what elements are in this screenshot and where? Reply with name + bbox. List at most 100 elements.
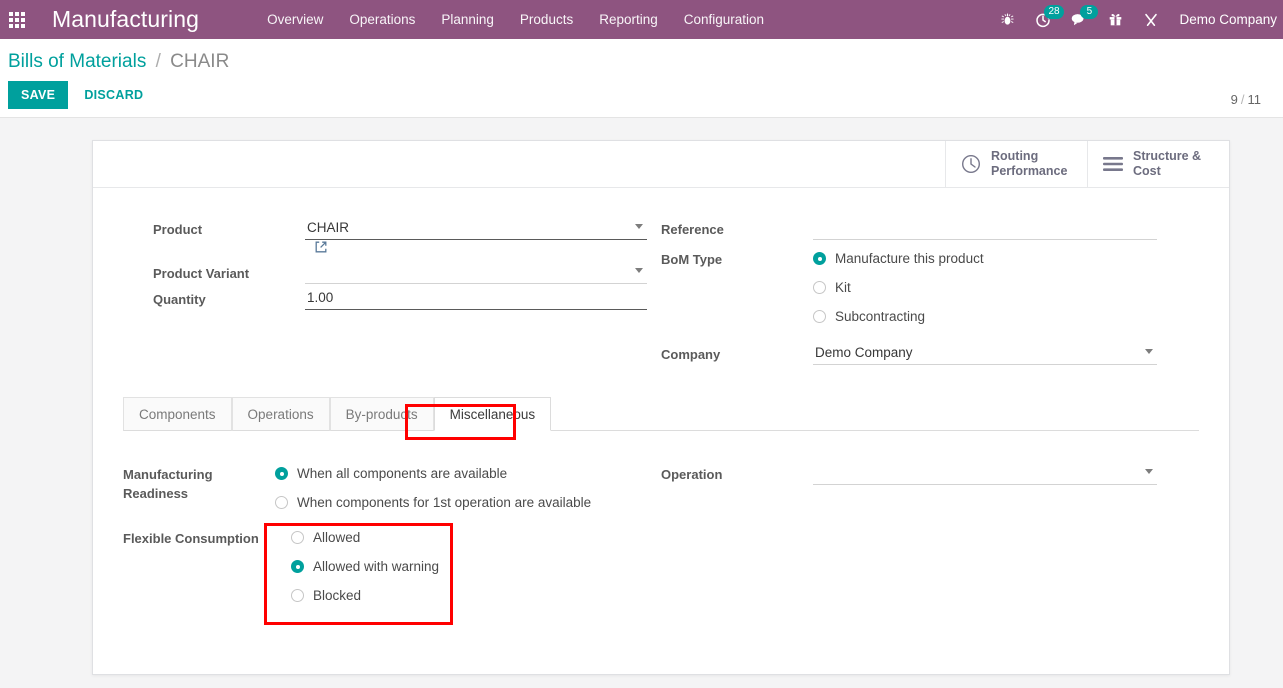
flexible-option-allowed-label: Allowed [313, 530, 361, 545]
field-group-product: Product [153, 214, 651, 258]
reference-label: Reference [661, 222, 724, 237]
discard-button[interactable]: DISCARD [78, 81, 149, 109]
menu-item-operations[interactable]: Operations [336, 1, 428, 38]
product-variant-label: Product Variant [153, 266, 250, 281]
flexible-option-allowed-with-warning[interactable]: Allowed with warning [291, 552, 651, 581]
notebook-tabs: Components Operations By-products Miscel… [123, 397, 1199, 431]
bom-type-option-manufacture[interactable]: Manufacture this product [813, 244, 1181, 273]
field-group-bom-type: BoM Type Manufacture this product Kit Su… [661, 244, 1181, 331]
radio-icon-selected [275, 467, 288, 480]
gift-icon[interactable] [1097, 0, 1133, 39]
tab-miscellaneous[interactable]: Miscellaneous [433, 397, 552, 431]
record-pager[interactable]: 9/11 [1231, 92, 1261, 107]
quantity-label: Quantity [153, 292, 206, 307]
tab-operations[interactable]: Operations [231, 397, 330, 431]
control-panel: Bills of Materials / CHAIR SAVE DISCARD … [0, 39, 1283, 118]
field-group-manufacturing-readiness: Manufacturing Readiness When all compone… [123, 459, 651, 517]
notebook: Components Operations By-products Miscel… [93, 397, 1229, 610]
bom-type-label: BoM Type [661, 252, 723, 267]
product-label: Product [153, 222, 203, 237]
operation-input[interactable] [813, 459, 1157, 485]
bug-icon[interactable] [989, 0, 1025, 39]
company-label: Company [661, 347, 721, 362]
external-link-icon[interactable] [314, 241, 328, 257]
top-navbar: Manufacturing Overview Operations Planni… [0, 0, 1283, 39]
routing-performance-label-line2: Performance [991, 164, 1068, 178]
messages-icon[interactable]: 5 [1061, 0, 1099, 39]
apps-grid-icon [9, 11, 25, 28]
user-menu[interactable]: Demo Company [1169, 12, 1283, 27]
flexible-consumption-label: Flexible Consumption [123, 531, 259, 546]
misc-column-left: Manufacturing Readiness When all compone… [123, 459, 651, 610]
bom-type-radio-group: Manufacture this product Kit Subcontract… [813, 244, 1181, 331]
manufacturing-readiness-label-line1: Manufacturing [123, 467, 213, 482]
manufacturing-readiness-radio-group: When all components are available When c… [275, 459, 651, 517]
breadcrumb-separator: / [155, 51, 161, 72]
radio-icon [291, 589, 304, 602]
pager-current: 9 [1230, 92, 1238, 107]
readiness-option-first-operation[interactable]: When components for 1st operation are av… [275, 488, 651, 517]
form-sheet: Routing Performance Structure & Cost Pro… [92, 140, 1230, 675]
routing-performance-button[interactable]: Routing Performance [945, 141, 1087, 187]
clock-icon [961, 154, 981, 174]
manufacturing-readiness-label-line2: Readiness [123, 486, 189, 501]
messages-count-badge: 5 [1080, 5, 1099, 19]
save-button[interactable]: SAVE [8, 81, 69, 109]
radio-icon-selected [813, 252, 826, 265]
form-column-left: Product CHAIR Product Variant Quantity 1… [123, 214, 651, 365]
field-group-quantity: Quantity [153, 284, 651, 310]
breadcrumb-current-record: CHAIR [170, 51, 230, 72]
flexible-option-blocked-label: Blocked [313, 588, 362, 603]
flexible-option-allowed[interactable]: Allowed [291, 523, 651, 552]
field-group-flexible-consumption: Flexible Consumption Allowed Allowed wit… [123, 523, 651, 610]
menu-item-products[interactable]: Products [507, 1, 586, 38]
navbar-right-tools: 28 5 Demo Company [989, 0, 1283, 39]
field-group-reference: Reference [661, 214, 1181, 240]
bom-type-option-kit[interactable]: Kit [813, 273, 1181, 302]
quantity-input[interactable] [305, 284, 647, 310]
manufacturing-readiness-label: Manufacturing Readiness [123, 459, 275, 503]
company-input[interactable] [813, 339, 1157, 365]
operation-label: Operation [661, 467, 723, 482]
pager-total: 11 [1247, 92, 1262, 107]
app-brand-title: Manufacturing [52, 6, 200, 32]
routing-performance-label-line1: Routing [991, 149, 1039, 163]
readiness-option-all-components[interactable]: When all components are available [275, 459, 651, 488]
main-menu: Overview Operations Planning Products Re… [254, 1, 777, 38]
radio-icon [275, 496, 288, 509]
tab-components[interactable]: Components [123, 397, 232, 431]
tools-icon[interactable] [1133, 0, 1169, 39]
form-column-right: Reference BoM Type Manufacture this prod… [651, 214, 1181, 365]
readiness-option-all-components-label: When all components are available [297, 466, 508, 481]
bom-type-option-kit-label: Kit [835, 280, 851, 295]
breadcrumb-bills-of-materials[interactable]: Bills of Materials [8, 51, 146, 72]
bom-type-option-subcontracting[interactable]: Subcontracting [813, 302, 1181, 331]
reference-input[interactable] [813, 214, 1157, 240]
menu-item-overview[interactable]: Overview [254, 1, 336, 38]
notebook-page-miscellaneous: Manufacturing Readiness When all compone… [123, 431, 1199, 610]
menu-item-reporting[interactable]: Reporting [586, 1, 671, 38]
radio-icon [291, 531, 304, 544]
readiness-option-first-operation-label: When components for 1st operation are av… [297, 495, 592, 510]
form-view-container: Routing Performance Structure & Cost Pro… [0, 118, 1283, 688]
radio-icon [813, 281, 826, 294]
bom-type-option-manufacture-label: Manufacture this product [835, 251, 984, 266]
bom-type-option-subcontracting-label: Subcontracting [835, 309, 926, 324]
apps-menu-button[interactable] [0, 0, 34, 39]
radio-icon-selected [291, 560, 304, 573]
tab-by-products[interactable]: By-products [329, 397, 434, 431]
flexible-consumption-radio-group: Allowed Allowed with warning Blocked [275, 523, 651, 610]
menu-item-configuration[interactable]: Configuration [671, 1, 777, 38]
record-action-buttons: SAVE DISCARD [8, 81, 1267, 109]
activity-clock-icon[interactable]: 28 [1025, 0, 1064, 39]
radio-icon [813, 310, 826, 323]
product-input[interactable] [305, 214, 647, 240]
field-group-company: Company [661, 339, 1181, 365]
form-body: Product CHAIR Product Variant Quantity 1… [93, 188, 1229, 375]
structure-and-cost-button[interactable]: Structure & Cost [1087, 141, 1229, 187]
breadcrumb: Bills of Materials / CHAIR [8, 49, 1267, 75]
menu-item-planning[interactable]: Planning [428, 1, 507, 38]
product-variant-input[interactable] [305, 258, 647, 284]
misc-column-right: Operation [651, 459, 1181, 610]
flexible-option-blocked[interactable]: Blocked [291, 581, 651, 610]
